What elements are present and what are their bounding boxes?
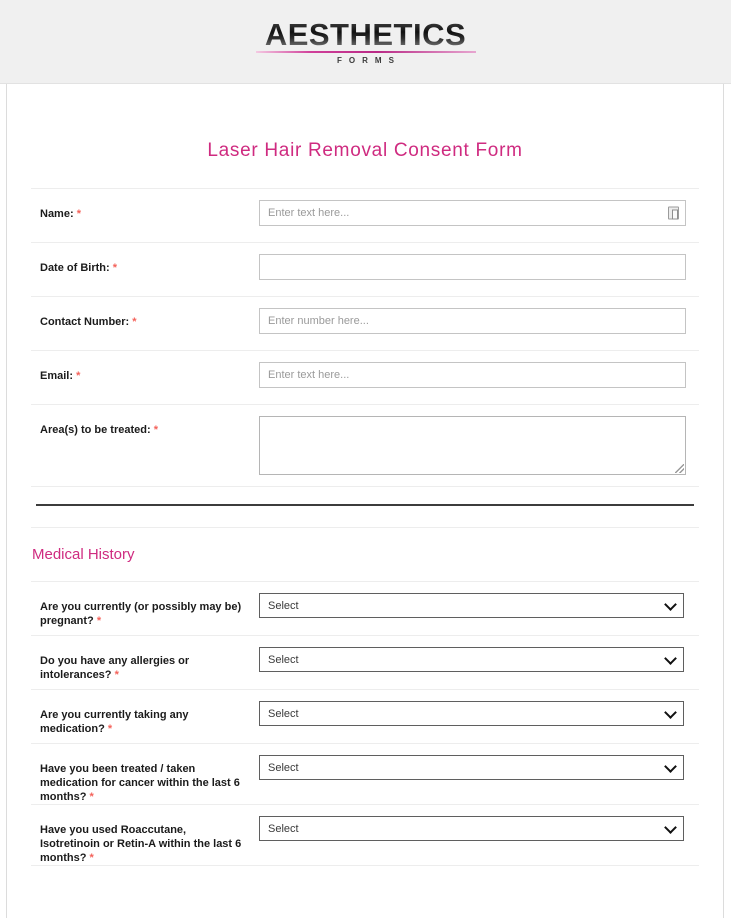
field-label-email: Email: *: [31, 351, 259, 383]
select-value: Select: [268, 761, 299, 774]
section-spacer-bottom: [31, 506, 699, 528]
label-text: Area(s) to be treated:: [40, 424, 151, 436]
question-control-wrap: Select: [259, 744, 699, 791]
section-heading-medical-history: Medical History: [32, 546, 135, 563]
required-asterisk: *: [89, 852, 94, 864]
logo-wordmark: AESTHETICS: [256, 19, 476, 50]
label-text: Are you currently (or possibly may be) p…: [40, 601, 242, 627]
select-value: Select: [268, 822, 299, 835]
question-row-allergies: Do you have any allergies or intolerance…: [31, 635, 699, 689]
chevron-down-icon[interactable]: [664, 597, 677, 611]
email-input[interactable]: Enter text here...: [259, 362, 686, 388]
contact-number-placeholder: Enter number here...: [268, 315, 369, 327]
field-row-email: Email: * Enter text here...: [31, 350, 699, 404]
field-control-wrap: [259, 405, 699, 486]
field-label-name: Name: *: [31, 189, 259, 221]
question-control-wrap: Select: [259, 805, 699, 852]
label-text: Contact Number:: [40, 316, 130, 328]
areas-to-be-treated-textarea[interactable]: [259, 416, 686, 475]
label-text: Have you used Roaccutane, Isotretinoin o…: [40, 824, 242, 864]
required-asterisk: *: [76, 370, 81, 382]
chevron-down-icon[interactable]: [664, 820, 677, 834]
question-label-pregnant: Are you currently (or possibly may be) p…: [31, 582, 259, 628]
select-roaccutane[interactable]: Select: [259, 816, 684, 841]
contact-number-input[interactable]: Enter number here...: [259, 308, 686, 334]
label-text: Name:: [40, 208, 74, 220]
question-row-roaccutane: Have you used Roaccutane, Isotretinoin o…: [31, 804, 699, 865]
select-value: Select: [268, 599, 299, 612]
select-medication[interactable]: Select: [259, 701, 684, 726]
name-input[interactable]: Enter text here...: [259, 200, 686, 226]
field-row-contact-number: Contact Number: * Enter number here...: [31, 296, 699, 350]
site-header: AESTHETICS FORMS: [0, 0, 731, 84]
aesthetics-forms-logo: AESTHETICS FORMS: [255, 19, 476, 65]
label-text: Email:: [40, 370, 74, 382]
field-control-wrap: Enter text here...: [259, 351, 699, 399]
select-value: Select: [268, 707, 299, 720]
question-control-wrap: Select: [259, 690, 699, 737]
label-text: Date of Birth:: [40, 262, 110, 274]
question-control-wrap: Select: [259, 582, 699, 629]
page-title: Laser Hair Removal Consent Form: [207, 140, 523, 161]
name-input-placeholder: Enter text here...: [268, 207, 350, 219]
required-asterisk: *: [112, 262, 118, 274]
form-card: Laser Hair Removal Consent Form Name: * …: [6, 84, 724, 918]
form-inner: Laser Hair Removal Consent Form Name: * …: [7, 84, 723, 877]
question-label-allergies: Do you have any allergies or intolerance…: [31, 636, 259, 682]
page-body: Laser Hair Removal Consent Form Name: * …: [0, 84, 731, 918]
required-asterisk: *: [153, 424, 158, 436]
required-asterisk: *: [89, 791, 94, 803]
bottom-divider: [31, 865, 699, 877]
label-text: Have you been treated / taken medication…: [40, 763, 240, 803]
select-value: Select: [268, 653, 299, 666]
field-row-name: Name: * Enter text here...: [31, 188, 699, 242]
question-row-pregnant: Are you currently (or possibly may be) p…: [31, 581, 699, 635]
question-label-roaccutane: Have you used Roaccutane, Isotretinoin o…: [31, 805, 259, 865]
required-asterisk: *: [132, 316, 137, 328]
question-row-medication: Are you currently taking any medication?…: [31, 689, 699, 743]
field-row-date-of-birth: Date of Birth: *: [31, 242, 699, 296]
date-of-birth-input[interactable]: [259, 254, 686, 280]
resize-handle-icon[interactable]: [675, 464, 684, 473]
question-row-cancer-medication: Have you been treated / taken medication…: [31, 743, 699, 804]
question-control-wrap: Select: [259, 636, 699, 683]
required-asterisk: *: [76, 208, 81, 220]
field-row-areas-to-be-treated: Area(s) to be treated: *: [31, 404, 699, 486]
field-label-areas-to-be-treated: Area(s) to be treated: *: [31, 405, 259, 437]
field-control-wrap: Enter number here...: [259, 297, 699, 345]
chevron-down-icon[interactable]: [664, 651, 677, 665]
contact-card-icon[interactable]: [668, 206, 679, 220]
chevron-down-icon[interactable]: [664, 759, 677, 773]
logo-subtitle: FORMS: [337, 55, 401, 65]
field-control-wrap: Enter text here...: [259, 189, 699, 237]
field-label-contact-number: Contact Number: *: [31, 297, 259, 329]
field-control-wrap: [259, 243, 699, 291]
question-label-cancer-medication: Have you been treated / taken medication…: [31, 744, 259, 804]
section-spacer-top: [31, 486, 699, 504]
label-text: Are you currently taking any medication?: [40, 709, 189, 735]
field-label-date-of-birth: Date of Birth: *: [31, 243, 259, 275]
required-asterisk: *: [107, 723, 113, 735]
select-allergies[interactable]: Select: [259, 647, 684, 672]
email-placeholder: Enter text here...: [268, 369, 350, 381]
question-label-medication: Are you currently taking any medication?…: [31, 690, 259, 736]
required-asterisk: *: [96, 615, 102, 627]
chevron-down-icon[interactable]: [664, 705, 677, 719]
required-asterisk: *: [114, 669, 119, 681]
select-pregnant[interactable]: Select: [259, 593, 684, 618]
select-cancer-medication[interactable]: Select: [259, 755, 684, 780]
